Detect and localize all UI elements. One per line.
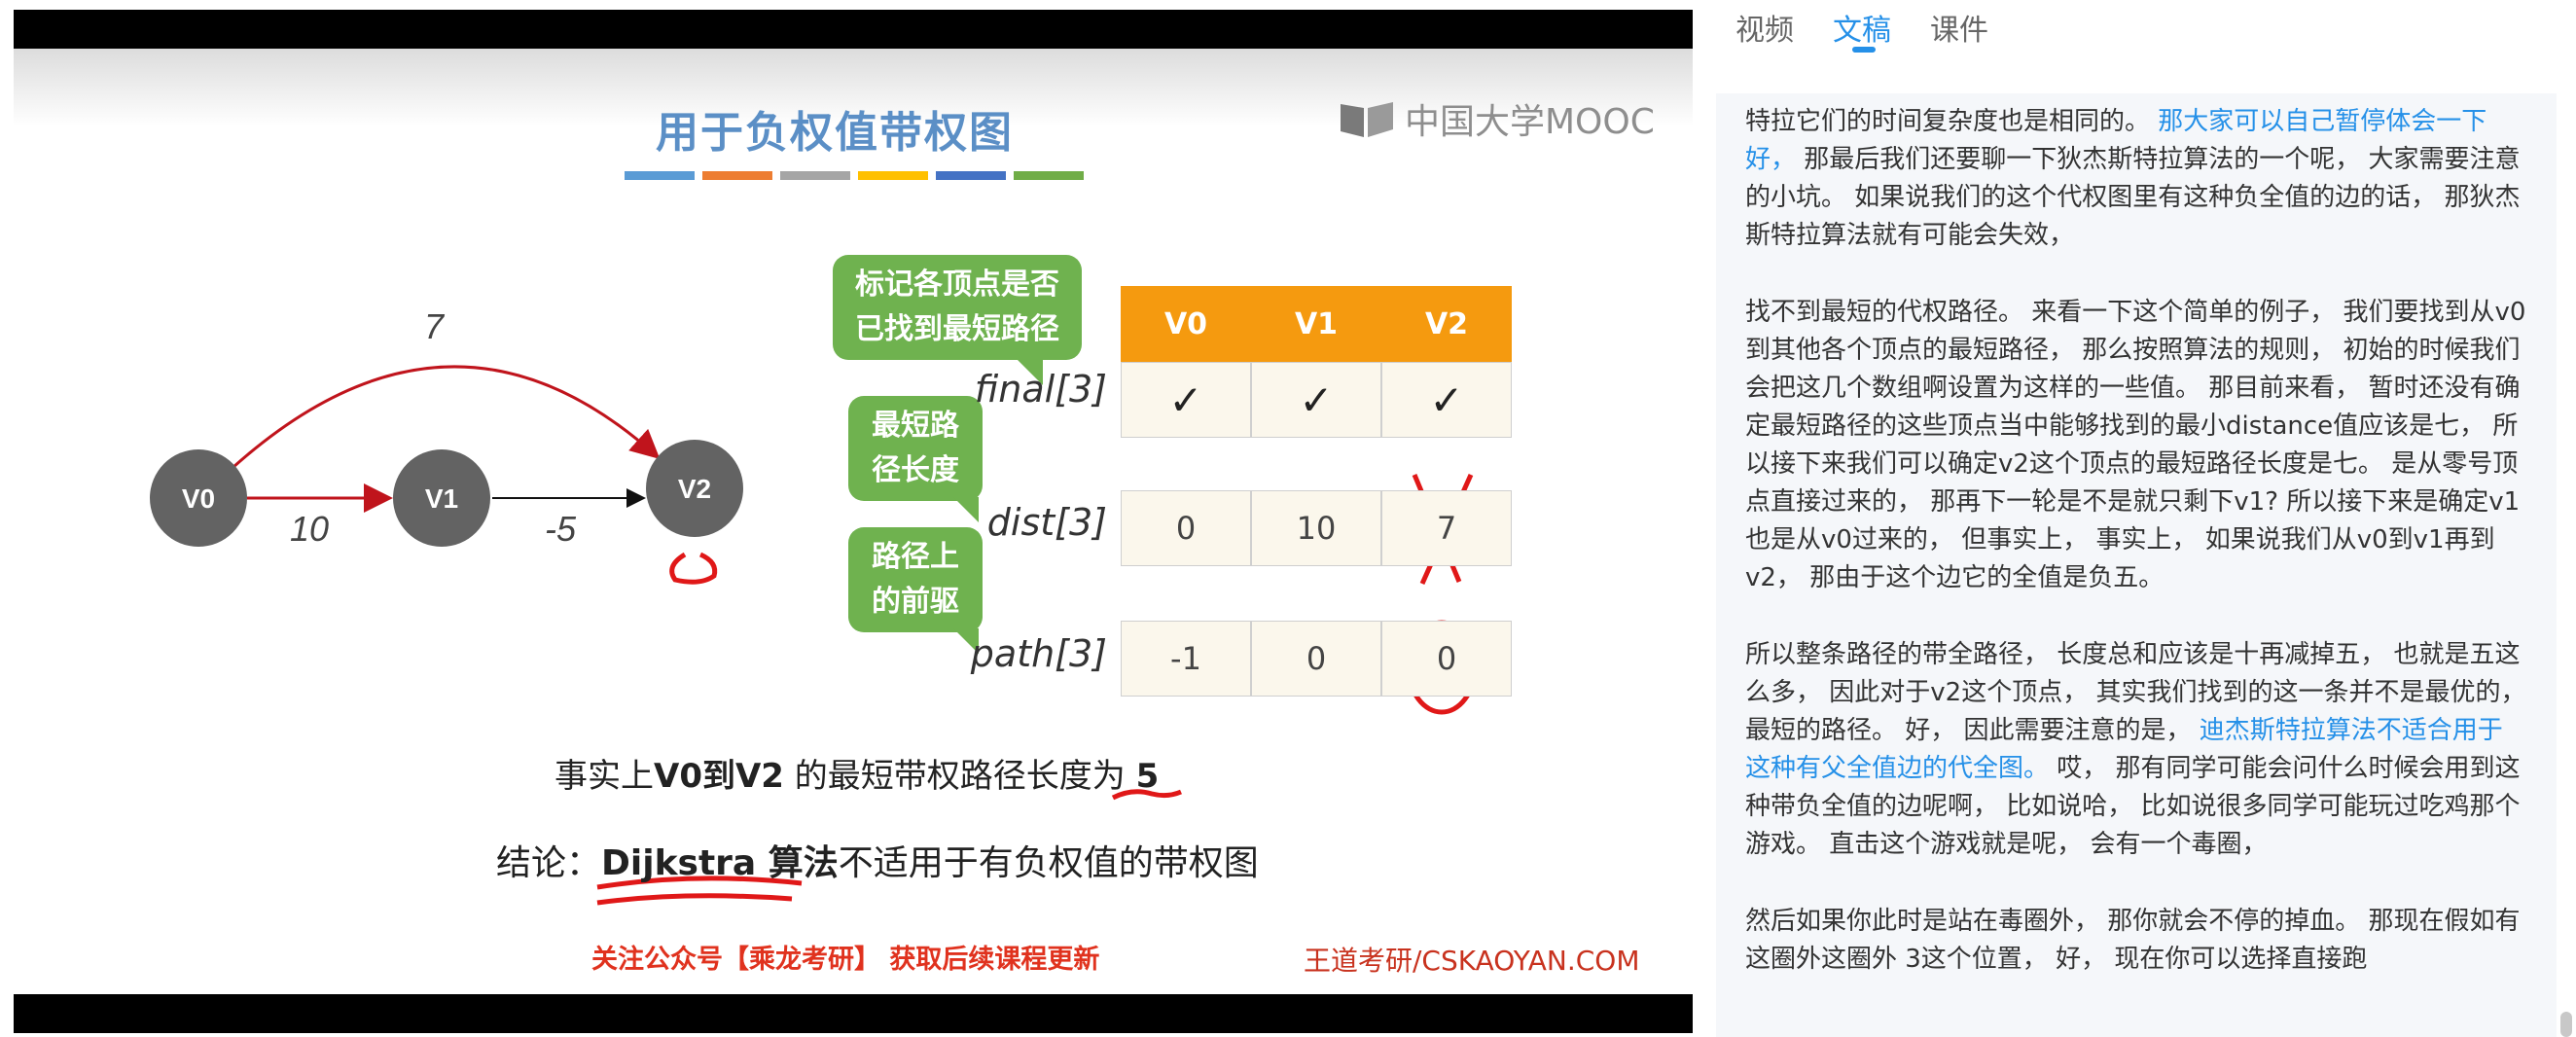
- transcript-paragraph[interactable]: 所以整条路径的带全路径， 长度总和应该是十再减掉五， 也就是五这么多， 因此对于…: [1745, 636, 2527, 864]
- scrollbar-thumb[interactable]: [2560, 1012, 2572, 1037]
- fact-statement: 事实上V0到V2 的最短带权路径长度为 5: [555, 749, 1159, 797]
- screen: 用于负权值带权图 中国大学MOOC V0 V1 V2 7 10 -5 标记各顶点…: [0, 0, 2576, 1037]
- fact-middle: 的最短带权路径长度为: [783, 757, 1136, 796]
- transcript-text: 特拉它们的时间复杂度也是相同的。: [1745, 107, 2159, 136]
- fact-value: 5: [1135, 757, 1160, 796]
- transcript-text: 然后如果你此时是站在毒圈外， 那你就会不停的掉血。 那现在假如有这圈外这圈外 3…: [1745, 907, 2521, 974]
- follow-note: 关注公众号【乘龙考研】 获取后续课程更新: [591, 945, 1100, 975]
- final-cell-v1: ✓: [1251, 362, 1381, 438]
- letterbox-top: [14, 10, 1693, 49]
- weight-v1-v2: -5: [545, 509, 577, 549]
- node-v2-label: V2: [678, 474, 711, 504]
- video-player[interactable]: 用于负权值带权图 中国大学MOOC V0 V1 V2 7 10 -5 标记各顶点…: [0, 0, 1700, 1037]
- panel-tabs: 视频 文稿 课件: [1735, 0, 1988, 78]
- conclusion-statement: 结论：Dijkstra 算法不适用于有负权值的带权图: [496, 835, 1259, 885]
- transcript-paragraph[interactable]: 找不到最短的代权路径。 来看一下这个简单的例子， 我们要找到从v0到其他各个顶点…: [1745, 294, 2527, 597]
- path-cell-v1: 0: [1251, 621, 1381, 697]
- header-v2: V2: [1381, 286, 1512, 362]
- transcript-paragraph[interactable]: 然后如果你此时是站在毒圈外， 那你就会不停的掉血。 那现在假如有这圈外这圈外 3…: [1745, 903, 2527, 979]
- bubble-final: 标记各顶点是否已找到最短路径: [833, 255, 1082, 385]
- dist-cell-v1: 10: [1251, 490, 1381, 566]
- transcript-text: 找不到最短的代权路径。 来看一下这个简单的例子， 我们要找到从v0到其他各个顶点…: [1745, 298, 2526, 592]
- conclusion-prefix: 结论：: [496, 843, 602, 883]
- row-label-dist: dist[3]: [986, 501, 1107, 544]
- dist-cell-v0: 0: [1121, 490, 1251, 566]
- fact-to: 到: [701, 757, 735, 796]
- header-v0: V0: [1121, 286, 1251, 362]
- annot-loop-under-v2: [669, 552, 718, 585]
- fact-v0: V0: [654, 757, 702, 796]
- row-label-path: path[3]: [970, 632, 1107, 675]
- node-v0-label: V0: [182, 483, 215, 514]
- letterbox-bottom: [14, 994, 1693, 1033]
- tab-video[interactable]: 视频: [1735, 0, 1794, 78]
- fact-v2: V2: [734, 757, 784, 796]
- row-label-final: final[3]: [974, 368, 1107, 411]
- conclusion-dijkstra: Dijkstra 算法: [601, 843, 839, 883]
- final-cell-v0: ✓: [1121, 362, 1251, 438]
- side-panel: 视频 文稿 课件 特拉它们的时间复杂度也是相同的。 那大家可以自己暂停体会一下好…: [1700, 0, 2576, 1037]
- header-v1: V1: [1251, 286, 1381, 362]
- lecture-slide[interactable]: 用于负权值带权图 中国大学MOOC V0 V1 V2 7 10 -5 标记各顶点…: [14, 49, 1693, 994]
- conclusion-rest: 不适用于有负权值的带权图: [838, 843, 1259, 883]
- path-cell-v0: -1: [1121, 621, 1251, 697]
- weight-v0-v1: 10: [290, 509, 329, 549]
- weight-v0-v2: 7: [424, 306, 446, 346]
- tab-courseware[interactable]: 课件: [1930, 0, 1988, 78]
- dist-cell-v2: 7: [1381, 490, 1512, 566]
- transcript-area[interactable]: 特拉它们的时间复杂度也是相同的。 那大家可以自己暂停体会一下好， 那最后我们还要…: [1716, 93, 2557, 1037]
- final-cell-v2: ✓: [1381, 362, 1512, 438]
- node-v1-label: V1: [425, 483, 458, 514]
- bubble-dist: 最短路径长度: [848, 396, 983, 522]
- path-cell-v2: 0: [1381, 621, 1512, 697]
- watermark: 王道考研/CSKAOYAN.COM: [1304, 945, 1640, 977]
- transcript-text: 那最后我们还要聊一下狄杰斯特拉算法的一个呢， 大家需要注意的小坑。 如果说我们的…: [1745, 145, 2521, 250]
- transcript-paragraph[interactable]: 特拉它们的时间复杂度也是相同的。 那大家可以自己暂停体会一下好， 那最后我们还要…: [1745, 103, 2527, 255]
- tab-transcript[interactable]: 文稿: [1833, 0, 1891, 78]
- fact-prefix: 事实上: [555, 757, 654, 796]
